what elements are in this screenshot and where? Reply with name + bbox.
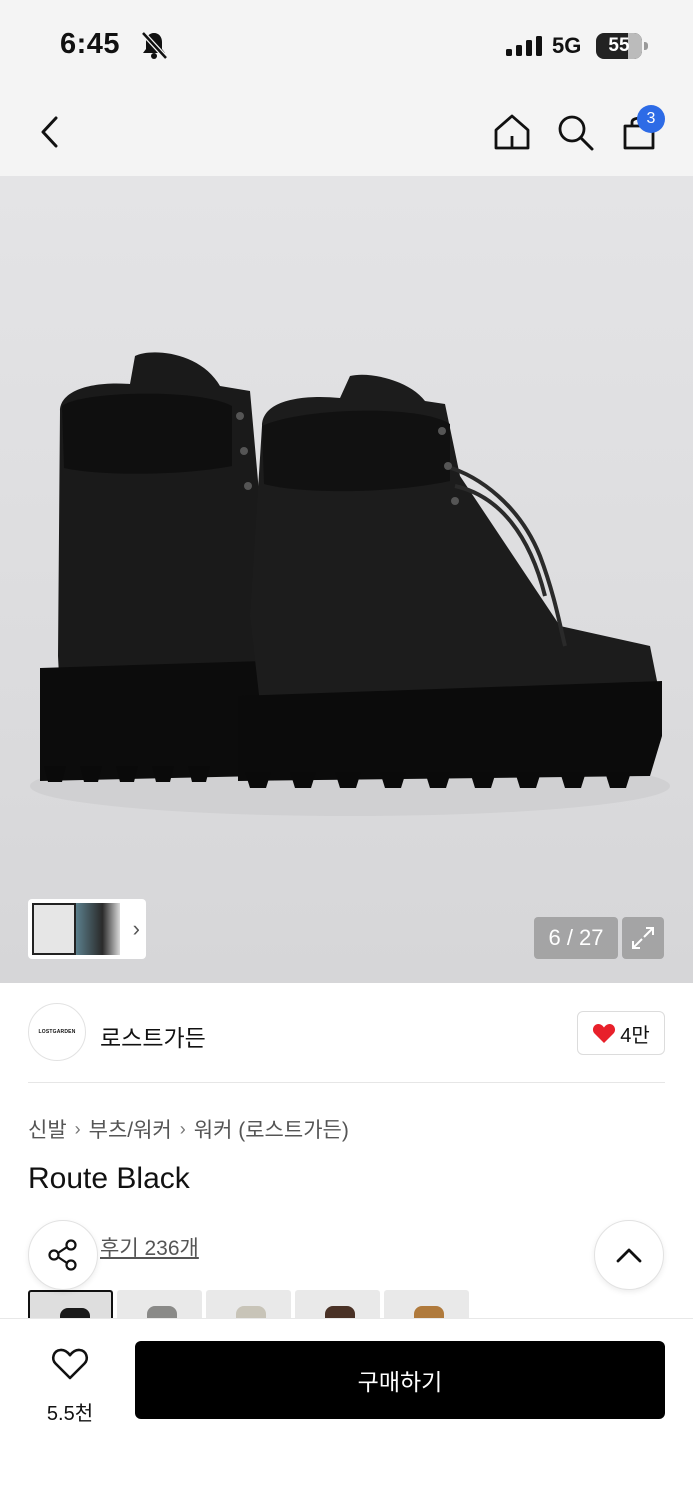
scroll-top-button[interactable]	[594, 1220, 664, 1290]
status-bar: 6:45 5G 55	[0, 0, 693, 88]
thumbnail-image[interactable]	[76, 903, 120, 955]
chevron-left-icon	[41, 116, 58, 148]
thumbnail-image[interactable]	[32, 903, 76, 955]
battery-icon: 55	[596, 33, 648, 59]
color-variant[interactable]	[384, 1290, 469, 1320]
breadcrumb-item[interactable]: 신발	[28, 1114, 67, 1144]
color-variant-list	[28, 1290, 469, 1320]
color-variant[interactable]	[295, 1290, 380, 1320]
brand-row[interactable]: LOSTGARDEN 로스트가든 4만	[0, 983, 693, 1083]
expand-icon	[632, 927, 654, 949]
heart-outline-icon	[51, 1348, 89, 1380]
share-button[interactable]	[28, 1220, 98, 1290]
divider	[28, 1082, 665, 1083]
thumbnail-strip[interactable]: ›	[28, 899, 146, 959]
share-icon	[48, 1239, 77, 1271]
product-title: Route Black	[28, 1162, 190, 1195]
buy-button[interactable]: 구매하기	[135, 1341, 665, 1419]
product-image	[30, 352, 670, 816]
image-counter: 6 / 27	[534, 917, 618, 959]
chevron-up-icon	[616, 1248, 642, 1263]
breadcrumb-item[interactable]: 부츠/워커	[89, 1114, 172, 1144]
status-time: 6:45	[60, 28, 121, 60]
brand-logo-text: LOSTGARDEN	[38, 1029, 76, 1035]
chevron-right-icon: ›	[74, 1118, 81, 1139]
wishlist-button[interactable]: 5.5천	[30, 1345, 110, 1425]
signal-icon	[506, 36, 542, 56]
chevron-right-icon: ›	[179, 1118, 186, 1139]
search-icon	[558, 115, 594, 151]
bottom-action-bar: 5.5천 구매하기	[0, 1318, 693, 1500]
bell-off-icon	[141, 31, 168, 60]
breadcrumb-item[interactable]: 워커 (로스트가든)	[194, 1114, 349, 1144]
product-image-gallery[interactable]: › 6 / 27	[0, 176, 693, 983]
network-type: 5G	[552, 33, 582, 58]
color-variant[interactable]	[117, 1290, 202, 1320]
review-link[interactable]: 후기 236개	[100, 1232, 199, 1262]
back-button[interactable]	[28, 110, 72, 154]
breadcrumb: 신발 › 부츠/워커 › 워커 (로스트가든)	[28, 1114, 349, 1144]
home-icon	[494, 114, 530, 150]
heart-filled-icon	[593, 1023, 616, 1043]
brand-like-count: 4만	[620, 1024, 650, 1047]
color-variant[interactable]	[28, 1290, 113, 1320]
home-button[interactable]	[490, 110, 534, 154]
brand-name[interactable]: 로스트가든	[100, 1019, 206, 1053]
top-nav	[0, 88, 693, 176]
expand-button[interactable]	[622, 917, 664, 959]
brand-logo[interactable]: LOSTGARDEN	[28, 1003, 86, 1061]
brand-like-button[interactable]: 4만	[577, 1011, 665, 1055]
wishlist-count: 5.5천	[46, 1403, 94, 1425]
chevron-right-icon: ›	[132, 916, 140, 941]
battery-level: 55	[608, 35, 630, 56]
color-variant[interactable]	[206, 1290, 291, 1320]
search-button[interactable]	[553, 110, 597, 154]
cart-count-badge: 3	[637, 105, 665, 133]
